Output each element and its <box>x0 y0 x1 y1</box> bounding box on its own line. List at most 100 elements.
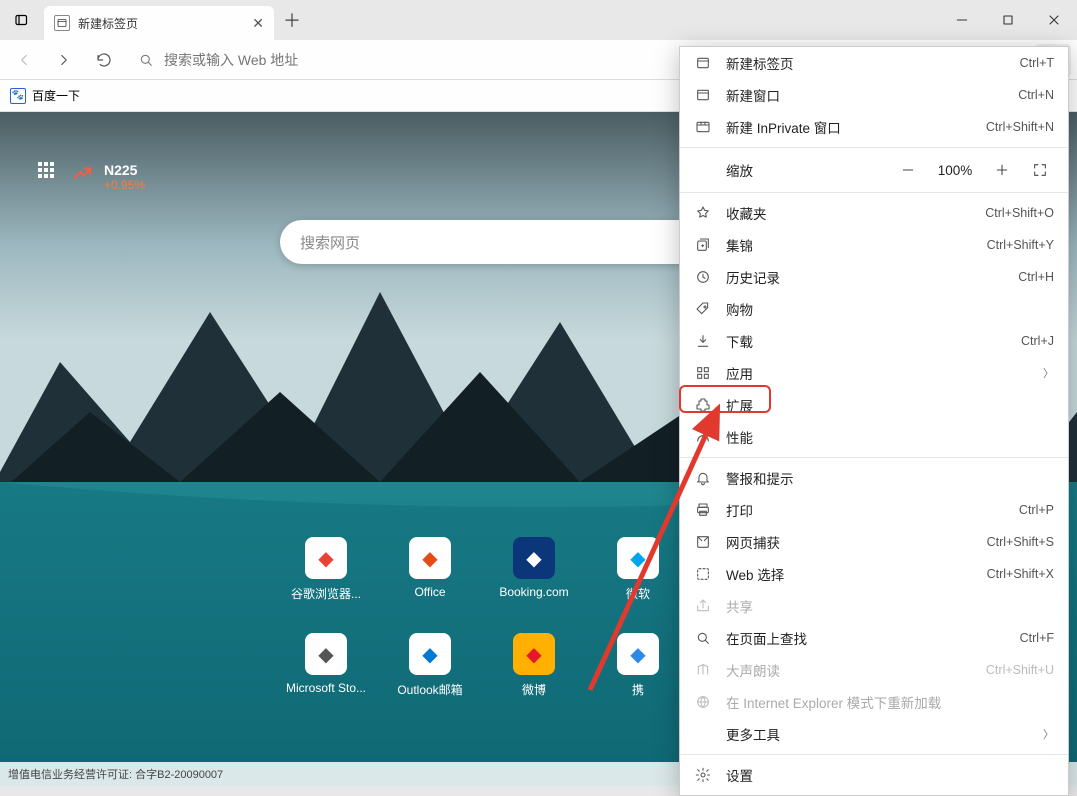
app-launcher-button[interactable] <box>38 162 54 178</box>
menu-label: 大声朗读 <box>726 660 972 680</box>
menu-item[interactable]: 新建 InPrivate 窗口 Ctrl+Shift+N <box>680 111 1068 143</box>
chevron-right-icon: 〉 <box>1043 365 1054 381</box>
tab-actions-button[interactable] <box>0 0 44 40</box>
quick-link-tile[interactable]: ◆ 微软 <box>592 537 684 617</box>
menu-label: 新建 InPrivate 窗口 <box>726 117 972 137</box>
menu-label: 购物 <box>726 299 1054 319</box>
stock-widget[interactable]: N225 +0.95% <box>72 162 145 192</box>
menu-label: 更多工具 <box>726 724 1029 744</box>
perf-icon <box>694 429 712 445</box>
menu-label: 历史记录 <box>726 267 1004 287</box>
menu-item[interactable]: 下载Ctrl+J <box>680 325 1068 357</box>
menu-item[interactable]: 应用〉 <box>680 357 1068 389</box>
menu-item[interactable]: 新建标签页Ctrl+T <box>680 47 1068 79</box>
refresh-button[interactable] <box>86 44 122 76</box>
read-icon <box>694 662 712 678</box>
menu-label: 集锦 <box>726 235 973 255</box>
tab-icon <box>694 55 712 71</box>
menu-item[interactable]: 在页面上查找Ctrl+F <box>680 622 1068 654</box>
zoom-out-button[interactable] <box>894 156 922 184</box>
settings-icon <box>694 767 712 783</box>
tile-label: Microsoft Sto... <box>286 681 366 695</box>
menu-label: 网页捕获 <box>726 532 973 552</box>
new-tab-button[interactable]: ＋ <box>274 0 310 40</box>
title-bar: 新建标签页 ✕ ＋ <box>0 0 1077 40</box>
menu-item[interactable]: 打印Ctrl+P <box>680 494 1068 526</box>
search-icon <box>138 52 154 68</box>
tile-label: Office <box>414 585 445 599</box>
menu-label: 收藏夹 <box>726 203 971 223</box>
quick-link-tile[interactable]: ◆ 微博 <box>488 633 580 713</box>
zoom-in-button[interactable] <box>988 156 1016 184</box>
menu-item[interactable]: 网页捕获 Ctrl+Shift+S <box>680 526 1068 558</box>
menu-item[interactable]: 更多工具〉 <box>680 718 1068 750</box>
menu-item[interactable]: 扩展 <box>680 389 1068 421</box>
menu-item: 共享 <box>680 590 1068 622</box>
zoom-value: 100% <box>932 163 978 178</box>
menu-shortcut: Ctrl+F <box>1020 631 1054 645</box>
window-close-button[interactable] <box>1031 0 1077 40</box>
maximize-button[interactable] <box>985 0 1031 40</box>
menu-shortcut: Ctrl+Shift+N <box>986 120 1054 134</box>
menu-shortcut: Ctrl+P <box>1019 503 1054 517</box>
quick-link-tile[interactable]: ◆ Office <box>384 537 476 617</box>
zoom-label: 缩放 <box>694 160 884 180</box>
quick-link-tile[interactable]: ◆ Microsoft Sto... <box>280 633 372 713</box>
chevron-right-icon: 〉 <box>1043 726 1054 742</box>
menu-separator <box>680 147 1068 148</box>
menu-separator <box>680 192 1068 193</box>
menu-separator <box>680 457 1068 458</box>
tile-label: 携 <box>632 681 644 698</box>
quick-links-grid: ◆ 谷歌浏览器...◆ Office◆ Booking.com◆ 微软◆ Mic… <box>280 537 684 713</box>
minimize-button[interactable] <box>939 0 985 40</box>
menu-item[interactable]: 性能 <box>680 421 1068 453</box>
tag-icon <box>694 301 712 317</box>
menu-shortcut: Ctrl+Shift+S <box>987 535 1054 549</box>
menu-item[interactable]: 收藏夹Ctrl+Shift+O <box>680 197 1068 229</box>
menu-item[interactable]: 集锦Ctrl+Shift+Y <box>680 229 1068 261</box>
history-icon <box>694 269 712 285</box>
menu-item[interactable]: 新建窗口Ctrl+N <box>680 79 1068 111</box>
share-icon <box>694 598 712 614</box>
menu-item[interactable]: Web 选择 Ctrl+Shift+X <box>680 558 1068 590</box>
print-icon <box>694 502 712 518</box>
menu-item[interactable]: 购物 <box>680 293 1068 325</box>
tile-label: Booking.com <box>499 585 568 599</box>
forward-button[interactable] <box>46 44 82 76</box>
menu-shortcut: Ctrl+Shift+X <box>987 567 1054 581</box>
quick-link-tile[interactable]: ◆ 谷歌浏览器... <box>280 537 372 617</box>
quick-link-tile[interactable]: ◆ Outlook邮箱 <box>384 633 476 713</box>
quick-link-tile[interactable]: ◆ Booking.com <box>488 537 580 617</box>
fullscreen-button[interactable] <box>1026 156 1054 184</box>
menu-item: 在 Internet Explorer 模式下重新加载 <box>680 686 1068 718</box>
tab-close-button[interactable]: ✕ <box>252 15 264 32</box>
ext-icon <box>694 397 712 413</box>
menu-shortcut: Ctrl+H <box>1018 270 1054 284</box>
quick-link-tile[interactable]: ◆ 携 <box>592 633 684 713</box>
tile-label: 谷歌浏览器... <box>291 585 361 602</box>
ntp-search-placeholder: 搜索网页 <box>300 232 360 253</box>
menu-label: Web 选择 <box>726 564 973 584</box>
menu-shortcut: Ctrl+Shift+U <box>986 663 1054 677</box>
menu-item[interactable]: 历史记录 Ctrl+H <box>680 261 1068 293</box>
menu-label: 设置 <box>726 765 1054 785</box>
menu-item[interactable]: 设置 <box>680 759 1068 791</box>
menu-shortcut: Ctrl+T <box>1020 56 1054 70</box>
collections-icon <box>694 237 712 253</box>
tile-icon: ◆ <box>305 633 347 675</box>
menu-label: 扩展 <box>726 395 1054 415</box>
menu-item[interactable]: 警报和提示 <box>680 462 1068 494</box>
tile-label: 微软 <box>626 585 650 602</box>
tile-icon: ◆ <box>513 537 555 579</box>
tile-label: 微博 <box>522 681 546 698</box>
bell-icon <box>694 470 712 486</box>
browser-tab[interactable]: 新建标签页 ✕ <box>44 6 274 40</box>
apps-grid-icon <box>38 162 54 178</box>
menu-label: 性能 <box>726 427 1054 447</box>
menu-item: 大声朗读 Ctrl+Shift+U <box>680 654 1068 686</box>
bookmark-item-baidu[interactable]: 🐾 百度一下 <box>10 87 80 104</box>
window-controls <box>939 0 1077 40</box>
stock-change: +0.95% <box>104 178 145 192</box>
download-icon <box>694 333 712 349</box>
back-button[interactable] <box>6 44 42 76</box>
